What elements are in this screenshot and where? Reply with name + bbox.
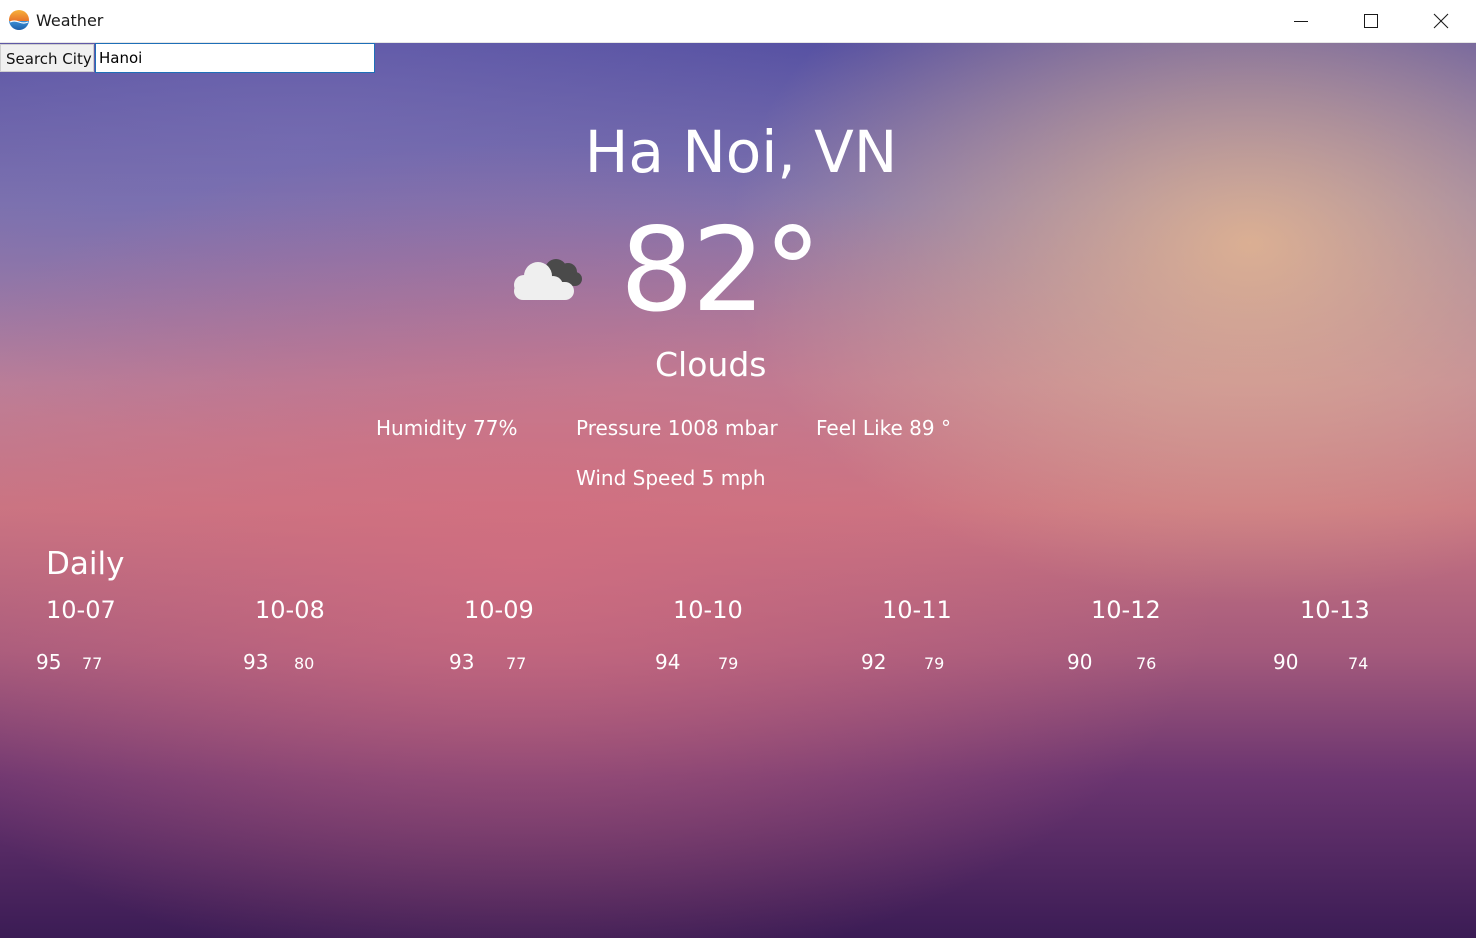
- forecast-date: 10-08: [255, 596, 325, 624]
- wind-speed-text: Wind Speed 5 mph: [576, 466, 766, 490]
- daily-forecast-item: 10-07 95 77: [36, 593, 236, 683]
- forecast-high: 94: [655, 650, 681, 674]
- daily-forecast-item: 10-13 90 74: [1273, 593, 1473, 683]
- search-city-label: Search City: [0, 44, 94, 72]
- title-bar[interactable]: Weather: [0, 0, 1476, 43]
- forecast-high: 90: [1067, 650, 1093, 674]
- daily-forecast-item: 10-09 93 77: [449, 593, 649, 683]
- weather-condition: Clouds: [655, 345, 767, 384]
- daily-forecast-item: 10-10 94 79: [655, 593, 855, 683]
- minimize-button[interactable]: [1266, 0, 1336, 42]
- window-title: Weather: [36, 11, 104, 30]
- maximize-button[interactable]: [1336, 0, 1406, 42]
- daily-title: Daily: [46, 546, 125, 582]
- close-button[interactable]: [1406, 0, 1476, 42]
- weather-window: Weather Search City Ha Noi, VN: [0, 0, 1476, 938]
- forecast-high: 92: [861, 650, 887, 674]
- maximize-icon: [1364, 14, 1378, 28]
- forecast-date: 10-11: [882, 596, 952, 624]
- current-temperature: 82°: [620, 203, 822, 338]
- weather-app-icon: [9, 10, 29, 30]
- daily-forecast-item: 10-12 90 76: [1067, 593, 1267, 683]
- forecast-high: 93: [449, 650, 475, 674]
- city-name: Ha Noi, VN: [584, 118, 898, 186]
- forecast-low: 77: [82, 654, 103, 673]
- forecast-date: 10-10: [673, 596, 743, 624]
- forecast-low: 77: [506, 654, 527, 673]
- pressure-text: Pressure 1008 mbar: [576, 416, 778, 440]
- forecast-low: 80: [294, 654, 315, 673]
- daily-forecast-item: 10-11 92 79: [861, 593, 1061, 683]
- search-city-input[interactable]: [95, 43, 375, 73]
- forecast-high: 95: [36, 650, 62, 674]
- forecast-high: 93: [243, 650, 269, 674]
- forecast-low: 76: [1136, 654, 1157, 673]
- daily-forecast-item: 10-08 93 80: [243, 593, 443, 683]
- forecast-date: 10-09: [464, 596, 534, 624]
- close-icon: [1433, 13, 1449, 29]
- forecast-high: 90: [1273, 650, 1299, 674]
- humidity-text: Humidity 77%: [376, 416, 518, 440]
- feel-like-text: Feel Like 89 °: [816, 416, 951, 440]
- forecast-date: 10-12: [1091, 596, 1161, 624]
- forecast-date: 10-13: [1300, 596, 1370, 624]
- weather-content: Search City Ha Noi, VN 82° Clouds Humidi…: [0, 43, 1476, 938]
- forecast-low: 79: [924, 654, 945, 673]
- minimize-icon: [1294, 21, 1308, 22]
- forecast-date: 10-07: [46, 596, 116, 624]
- cloudy-icon: [514, 259, 582, 300]
- forecast-low: 79: [718, 654, 739, 673]
- forecast-low: 74: [1348, 654, 1369, 673]
